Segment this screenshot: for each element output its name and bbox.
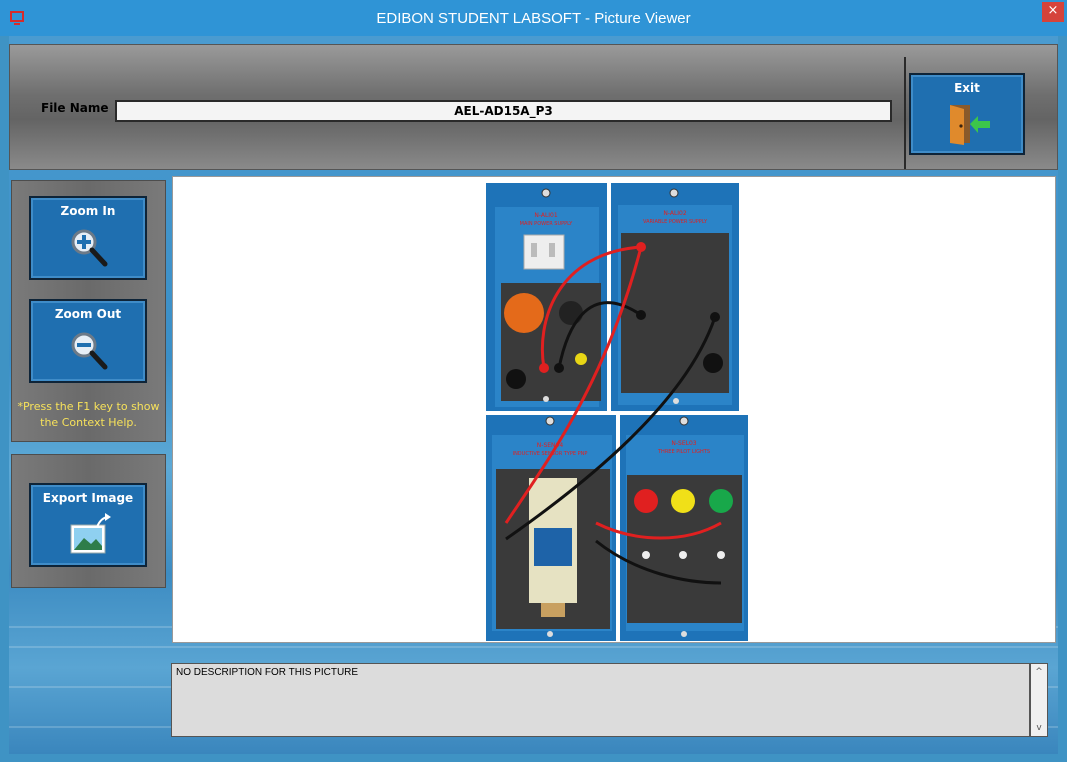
exit-door-icon	[950, 105, 990, 145]
svg-text:VARIABLE POWER SUPPLY: VARIABLE POWER SUPPLY	[643, 219, 708, 225]
zoom-in-button[interactable]: Zoom In	[29, 196, 147, 280]
file-name-field: AEL-AD15A_P3	[115, 100, 892, 122]
svg-text:N-ALI02: N-ALI02	[663, 210, 687, 217]
exit-button[interactable]: Exit	[909, 73, 1025, 155]
lab-equipment-photo: N-ALI01 MAIN POWER SUPPLY N-ALI02 VARIAB…	[486, 183, 748, 641]
help-hint: *Press the F1 key to show the Context He…	[17, 400, 160, 429]
description-scrollbar[interactable]: ^ v	[1030, 663, 1048, 737]
svg-text:N-ALI01: N-ALI01	[534, 212, 558, 219]
exit-button-label: Exit	[954, 81, 980, 95]
title-bar: EDIBON STUDENT LABSOFT - Picture Viewer …	[0, 0, 1067, 36]
header-bar: File Name AEL-AD15A_P3 Exit	[9, 44, 1058, 170]
header-divider	[904, 57, 906, 169]
export-panel: Export Image	[11, 454, 166, 588]
scroll-down-arrow[interactable]: v	[1031, 723, 1047, 733]
svg-text:MAIN POWER SUPPLY: MAIN POWER SUPPLY	[520, 221, 574, 227]
zoom-out-label: Zoom Out	[54, 307, 122, 321]
client-area: File Name AEL-AD15A_P3 Exit Zoom In Zoom…	[9, 36, 1058, 754]
zoom-out-button[interactable]: Zoom Out	[29, 299, 147, 383]
scroll-up-arrow[interactable]: ^	[1031, 667, 1047, 677]
close-button[interactable]: ×	[1042, 2, 1064, 22]
description-textbox[interactable]: NO DESCRIPTION FOR THIS PICTURE	[171, 663, 1030, 737]
zoom-in-icon	[71, 229, 108, 267]
export-image-button[interactable]: Export Image	[29, 483, 147, 567]
svg-text:N-SEL03: N-SEL03	[671, 440, 696, 447]
svg-text:THREE PILOT LIGHTS: THREE PILOT LIGHTS	[657, 449, 710, 455]
window-title: EDIBON STUDENT LABSOFT - Picture Viewer	[376, 10, 691, 27]
file-name-label: File Name	[41, 101, 109, 115]
export-image-icon	[70, 513, 111, 554]
picture-viewport[interactable]: N-ALI01 MAIN POWER SUPPLY N-ALI02 VARIAB…	[172, 176, 1056, 643]
zoom-panel: Zoom In Zoom Out *Press the F1 key to sh…	[11, 180, 166, 442]
export-image-label: Export Image	[42, 491, 134, 505]
zoom-out-icon	[71, 332, 108, 370]
zoom-in-label: Zoom In	[60, 204, 116, 218]
